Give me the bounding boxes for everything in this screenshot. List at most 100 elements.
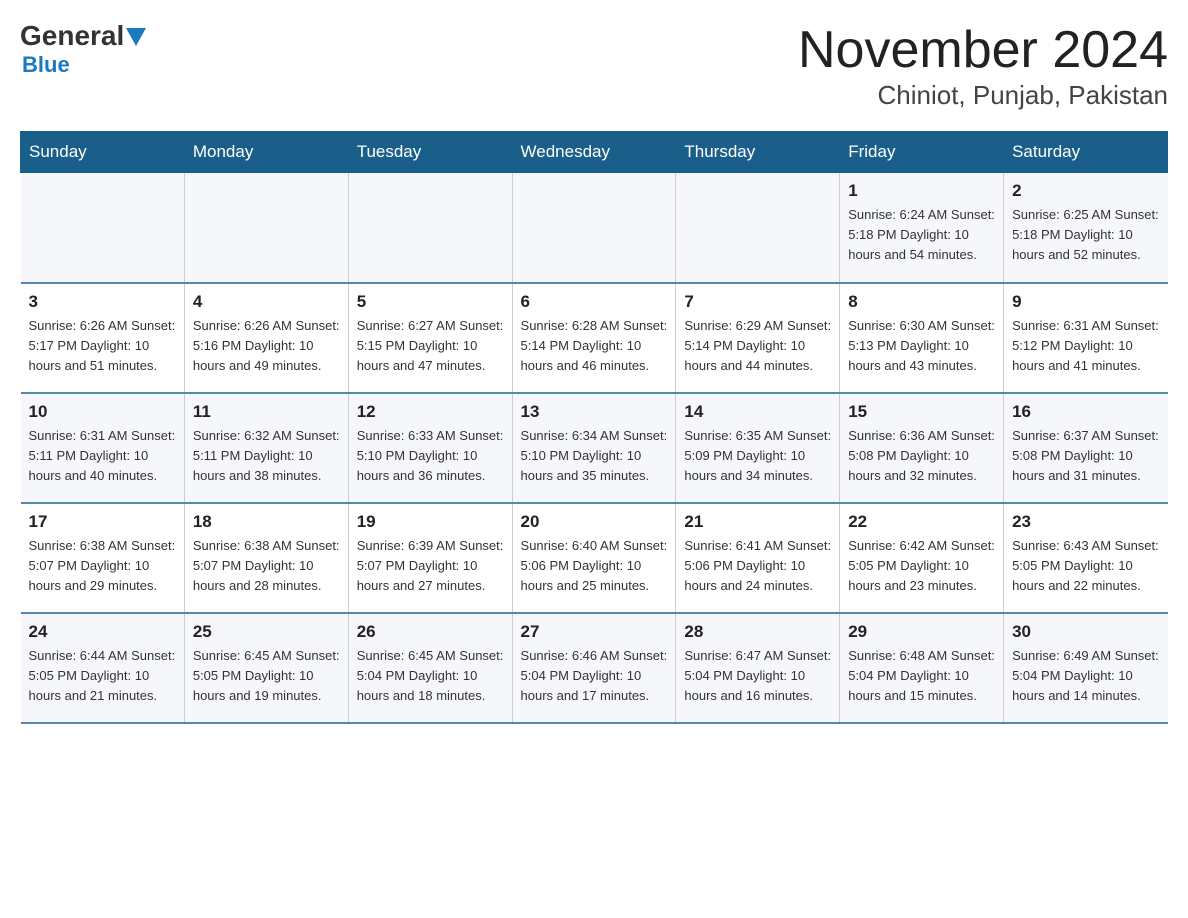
day-info: Sunrise: 6:33 AM Sunset: 5:10 PM Dayligh… — [357, 428, 504, 483]
day-info: Sunrise: 6:28 AM Sunset: 5:14 PM Dayligh… — [521, 318, 668, 373]
page-header: General Blue November 2024 Chiniot, Punj… — [20, 20, 1168, 111]
day-info: Sunrise: 6:42 AM Sunset: 5:05 PM Dayligh… — [848, 538, 995, 593]
day-number: 5 — [357, 292, 504, 312]
day-cell: 10 Sunrise: 6:31 AM Sunset: 5:11 PM Dayli… — [21, 393, 185, 503]
day-info: Sunrise: 6:29 AM Sunset: 5:14 PM Dayligh… — [684, 318, 831, 373]
day-number: 12 — [357, 402, 504, 422]
day-info: Sunrise: 6:36 AM Sunset: 5:08 PM Dayligh… — [848, 428, 995, 483]
day-cell: 11 Sunrise: 6:32 AM Sunset: 5:11 PM Dayli… — [184, 393, 348, 503]
day-cell: 12 Sunrise: 6:33 AM Sunset: 5:10 PM Dayli… — [348, 393, 512, 503]
day-number: 14 — [684, 402, 831, 422]
day-info: Sunrise: 6:34 AM Sunset: 5:10 PM Dayligh… — [521, 428, 668, 483]
day-number: 13 — [521, 402, 668, 422]
day-info: Sunrise: 6:39 AM Sunset: 5:07 PM Dayligh… — [357, 538, 504, 593]
day-info: Sunrise: 6:26 AM Sunset: 5:17 PM Dayligh… — [29, 318, 176, 373]
day-info: Sunrise: 6:38 AM Sunset: 5:07 PM Dayligh… — [29, 538, 176, 593]
day-cell: 21 Sunrise: 6:41 AM Sunset: 5:06 PM Dayli… — [676, 503, 840, 613]
day-info: Sunrise: 6:30 AM Sunset: 5:13 PM Dayligh… — [848, 318, 995, 373]
day-number: 22 — [848, 512, 995, 532]
day-info: Sunrise: 6:35 AM Sunset: 5:09 PM Dayligh… — [684, 428, 831, 483]
day-cell: 3 Sunrise: 6:26 AM Sunset: 5:17 PM Daylig… — [21, 283, 185, 393]
day-cell: 1Sunrise: 6:24 AM Sunset: 5:18 PM Daylig… — [840, 173, 1004, 283]
day-info: Sunrise: 6:41 AM Sunset: 5:06 PM Dayligh… — [684, 538, 831, 593]
weekday-header-monday: Monday — [184, 132, 348, 173]
day-info: Sunrise: 6:47 AM Sunset: 5:04 PM Dayligh… — [684, 648, 831, 703]
day-number: 2 — [1012, 181, 1159, 201]
day-cell: 15 Sunrise: 6:36 AM Sunset: 5:08 PM Dayli… — [840, 393, 1004, 503]
day-info: Sunrise: 6:27 AM Sunset: 5:15 PM Dayligh… — [357, 318, 504, 373]
day-cell: 27Sunrise: 6:46 AM Sunset: 5:04 PM Dayli… — [512, 613, 676, 723]
logo-general-text: General — [20, 20, 124, 52]
day-number: 28 — [684, 622, 831, 642]
day-number: 10 — [29, 402, 176, 422]
day-number: 29 — [848, 622, 995, 642]
day-info: Sunrise: 6:45 AM Sunset: 5:04 PM Dayligh… — [357, 648, 504, 703]
weekday-header-wednesday: Wednesday — [512, 132, 676, 173]
weekday-header-friday: Friday — [840, 132, 1004, 173]
day-number: 6 — [521, 292, 668, 312]
day-cell: 24 Sunrise: 6:44 AM Sunset: 5:05 PM Dayli… — [21, 613, 185, 723]
day-info: Sunrise: 6:37 AM Sunset: 5:08 PM Dayligh… — [1012, 428, 1159, 483]
day-cell: 17Sunrise: 6:38 AM Sunset: 5:07 PM Dayli… — [21, 503, 185, 613]
day-cell: 16 Sunrise: 6:37 AM Sunset: 5:08 PM Dayli… — [1004, 393, 1168, 503]
day-info: Sunrise: 6:32 AM Sunset: 5:11 PM Dayligh… — [193, 428, 340, 483]
day-cell: 25 Sunrise: 6:45 AM Sunset: 5:05 PM Dayli… — [184, 613, 348, 723]
day-number: 18 — [193, 512, 340, 532]
calendar-table: SundayMondayTuesdayWednesdayThursdayFrid… — [20, 131, 1168, 724]
week-row-1: 1Sunrise: 6:24 AM Sunset: 5:18 PM Daylig… — [21, 173, 1168, 283]
day-number: 16 — [1012, 402, 1159, 422]
day-number: 26 — [357, 622, 504, 642]
day-cell: 8 Sunrise: 6:30 AM Sunset: 5:13 PM Daylig… — [840, 283, 1004, 393]
day-number: 7 — [684, 292, 831, 312]
month-title: November 2024 — [798, 20, 1168, 80]
day-cell — [512, 173, 676, 283]
day-cell: 9Sunrise: 6:31 AM Sunset: 5:12 PM Daylig… — [1004, 283, 1168, 393]
day-info: Sunrise: 6:38 AM Sunset: 5:07 PM Dayligh… — [193, 538, 340, 593]
day-number: 25 — [193, 622, 340, 642]
day-info: Sunrise: 6:31 AM Sunset: 5:11 PM Dayligh… — [29, 428, 176, 483]
day-cell: 13 Sunrise: 6:34 AM Sunset: 5:10 PM Dayli… — [512, 393, 676, 503]
day-number: 30 — [1012, 622, 1159, 642]
day-cell — [676, 173, 840, 283]
day-number: 3 — [29, 292, 176, 312]
day-number: 15 — [848, 402, 995, 422]
day-cell: 5 Sunrise: 6:27 AM Sunset: 5:15 PM Daylig… — [348, 283, 512, 393]
day-info: Sunrise: 6:44 AM Sunset: 5:05 PM Dayligh… — [29, 648, 176, 703]
day-cell — [184, 173, 348, 283]
week-row-4: 17Sunrise: 6:38 AM Sunset: 5:07 PM Dayli… — [21, 503, 1168, 613]
day-cell: 18 Sunrise: 6:38 AM Sunset: 5:07 PM Dayli… — [184, 503, 348, 613]
week-row-3: 10 Sunrise: 6:31 AM Sunset: 5:11 PM Dayli… — [21, 393, 1168, 503]
day-cell: 6 Sunrise: 6:28 AM Sunset: 5:14 PM Daylig… — [512, 283, 676, 393]
day-cell: 23 Sunrise: 6:43 AM Sunset: 5:05 PM Dayli… — [1004, 503, 1168, 613]
day-info: Sunrise: 6:48 AM Sunset: 5:04 PM Dayligh… — [848, 648, 995, 703]
day-info: Sunrise: 6:40 AM Sunset: 5:06 PM Dayligh… — [521, 538, 668, 593]
day-number: 23 — [1012, 512, 1159, 532]
day-info: Sunrise: 6:26 AM Sunset: 5:16 PM Dayligh… — [193, 318, 340, 373]
day-number: 20 — [521, 512, 668, 532]
logo: General Blue — [20, 20, 146, 78]
day-info: Sunrise: 6:31 AM Sunset: 5:12 PM Dayligh… — [1012, 318, 1159, 373]
day-cell: 22 Sunrise: 6:42 AM Sunset: 5:05 PM Dayli… — [840, 503, 1004, 613]
weekday-header-thursday: Thursday — [676, 132, 840, 173]
day-cell: 29 Sunrise: 6:48 AM Sunset: 5:04 PM Dayli… — [840, 613, 1004, 723]
day-info: Sunrise: 6:24 AM Sunset: 5:18 PM Dayligh… — [848, 207, 995, 262]
weekday-header-sunday: Sunday — [21, 132, 185, 173]
day-number: 8 — [848, 292, 995, 312]
day-cell: 7 Sunrise: 6:29 AM Sunset: 5:14 PM Daylig… — [676, 283, 840, 393]
day-number: 11 — [193, 402, 340, 422]
day-info: Sunrise: 6:43 AM Sunset: 5:05 PM Dayligh… — [1012, 538, 1159, 593]
day-cell: 19 Sunrise: 6:39 AM Sunset: 5:07 PM Dayli… — [348, 503, 512, 613]
day-number: 27 — [521, 622, 668, 642]
day-cell: 28 Sunrise: 6:47 AM Sunset: 5:04 PM Dayli… — [676, 613, 840, 723]
day-number: 24 — [29, 622, 176, 642]
day-number: 19 — [357, 512, 504, 532]
week-row-2: 3 Sunrise: 6:26 AM Sunset: 5:17 PM Daylig… — [21, 283, 1168, 393]
day-number: 21 — [684, 512, 831, 532]
day-cell — [348, 173, 512, 283]
day-info: Sunrise: 6:25 AM Sunset: 5:18 PM Dayligh… — [1012, 207, 1159, 262]
weekday-header-saturday: Saturday — [1004, 132, 1168, 173]
day-cell — [21, 173, 185, 283]
day-info: Sunrise: 6:45 AM Sunset: 5:05 PM Dayligh… — [193, 648, 340, 703]
logo-blue-text: Blue — [22, 52, 70, 77]
logo-triangle-icon — [126, 28, 146, 46]
